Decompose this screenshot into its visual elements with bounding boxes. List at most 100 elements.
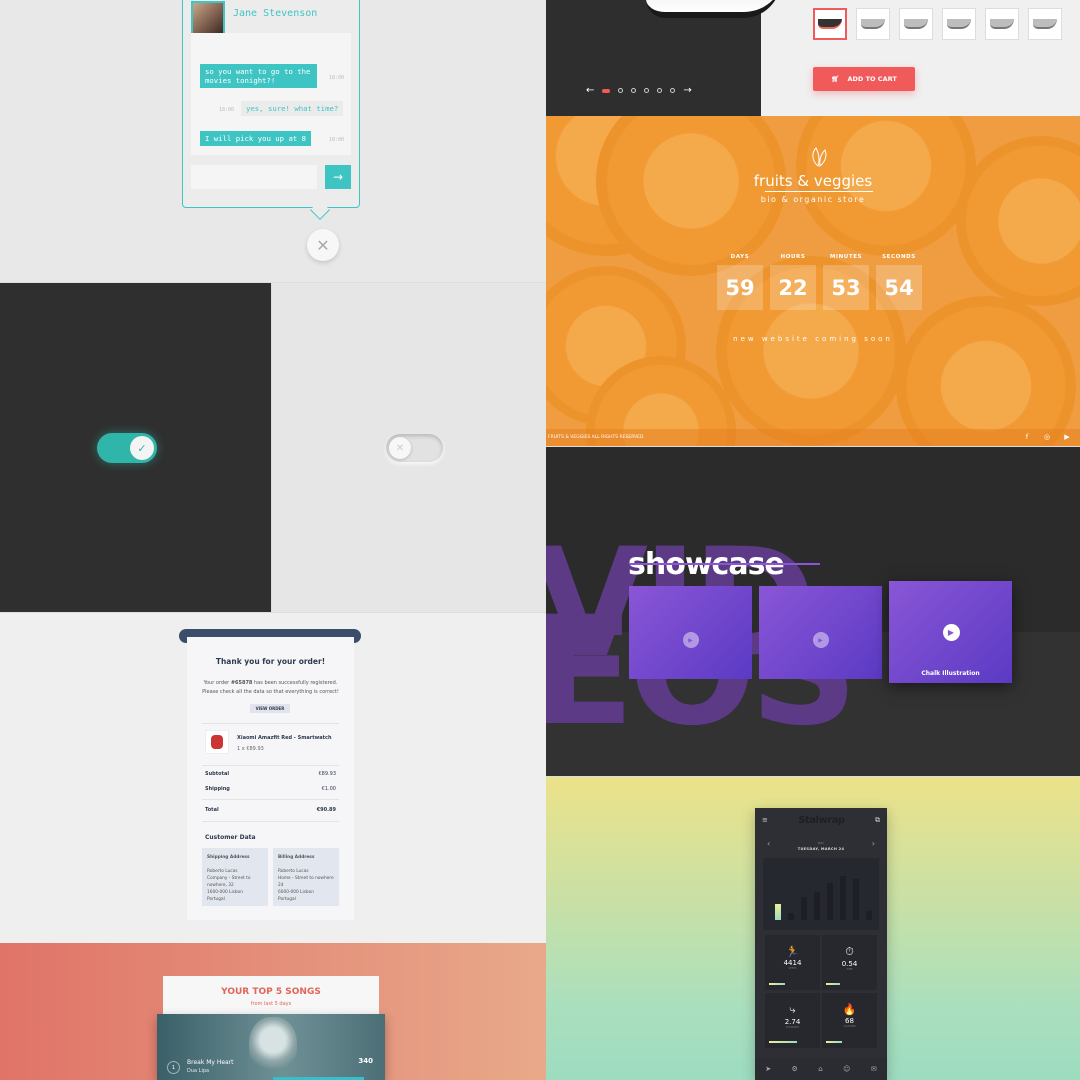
address-line: 1600-000 Lisbon: [207, 890, 243, 895]
product-thumbnail[interactable]: [899, 8, 933, 40]
app-header: ≡ Stalwrap ⧉: [755, 808, 887, 832]
play-icon[interactable]: ▶: [682, 632, 699, 648]
top-songs-title: YOUR TOP 5 SONGS: [221, 987, 321, 997]
slider-dot[interactable]: [644, 88, 650, 93]
play-icon[interactable]: ▶: [942, 624, 960, 641]
stat-tile-steps[interactable]: 🏃 4414 STEPS: [765, 935, 820, 990]
arrow-right-icon: →: [332, 170, 344, 184]
product-thumbnail[interactable]: [813, 8, 847, 40]
product-thumbnail[interactable]: [985, 8, 1019, 40]
slider-dot[interactable]: [657, 88, 663, 93]
subtotal-value: €89.93: [318, 771, 337, 777]
shipping-address-box: Shipping Address Roberto Lucas Company -…: [202, 848, 268, 906]
subtotal-label: Subtotal: [205, 771, 230, 777]
toggle-switch-on[interactable]: ✓: [97, 433, 157, 463]
product-panel: ← → 🛒︎ ADD TO CART: [546, 0, 1080, 116]
app-logo: Stalwrap: [798, 814, 845, 826]
avatar[interactable]: [191, 1, 225, 35]
close-icon: ✕: [316, 235, 330, 255]
footer-copyright: FRUITS & VEGGIES ALL RIGHTS RESERVED: [546, 429, 1080, 446]
message-input[interactable]: [191, 165, 317, 189]
stat-label: STEPS: [788, 967, 797, 970]
video-card-label: Chalk Illustration: [921, 670, 980, 677]
contact-name: Jane Stevenson: [233, 7, 318, 19]
route-icon: ⤷: [789, 1003, 796, 1016]
product-thumbnail: [205, 730, 229, 754]
billing-address-box: Billing Address Roberto Lucas Home - Str…: [273, 848, 339, 906]
countdown-value: 59: [717, 265, 763, 310]
countdown-value: 53: [823, 265, 869, 310]
stat-progress: [769, 983, 785, 985]
order-title: Thank you for your order!: [215, 657, 326, 666]
product-thumbnail[interactable]: [1028, 8, 1062, 40]
song-row[interactable]: 1 Break My Heart Dua Lipa 340: [157, 1014, 385, 1080]
play-icon[interactable]: ▶: [812, 632, 829, 648]
slider-dot[interactable]: [631, 88, 637, 93]
stat-progress: [826, 1041, 842, 1043]
instagram-icon[interactable]: ◎: [1040, 430, 1054, 444]
stat-tile-calories[interactable]: 🔥 68 CALORIES: [822, 993, 877, 1048]
song-rank: 1: [167, 1061, 180, 1074]
message-bubble: so you want to go to the movies tonight?…: [200, 64, 317, 88]
activity-bar: [801, 897, 807, 920]
activity-bar: [788, 913, 794, 920]
stat-value: 0.54: [841, 960, 858, 968]
stat-tile-distance[interactable]: ⤷ 2.74 DISTANCE: [765, 993, 820, 1048]
message-list: so you want to go to the movies tonight?…: [191, 33, 351, 155]
thumbnail-strip: [813, 8, 1062, 40]
video-card[interactable]: ▶: [759, 586, 882, 679]
video-showcase-panel: VID EOS showcase ▶ ▶ ▶ Chalk Illustratio…: [546, 447, 1080, 776]
view-order-button[interactable]: VIEW ORDER: [250, 704, 290, 713]
address-title: Billing Address: [278, 855, 315, 860]
next-arrow-icon[interactable]: →: [683, 85, 691, 96]
activity-bar: [840, 876, 846, 920]
address-line: Company - Street to nowhere, 32: [207, 876, 251, 888]
countdown-label: HOURS: [780, 254, 806, 260]
runner-icon: 🏃: [785, 945, 800, 958]
menu-icon[interactable]: ≡: [762, 816, 768, 824]
user-icon[interactable]: ☺: [843, 1065, 850, 1073]
countdown-minutes: MINUTES 53: [823, 254, 869, 310]
divider: [202, 765, 339, 766]
video-card-active[interactable]: ▶ Chalk Illustration: [889, 581, 1012, 683]
slider-dot[interactable]: [602, 88, 611, 93]
stat-progress: [826, 983, 840, 985]
stat-tile-time[interactable]: ⏱ 0.54 TIME: [822, 935, 877, 990]
total-label: Total: [205, 807, 219, 813]
bottom-nav: ➤ ⚙ ⌂ ☺ ✉: [755, 1058, 887, 1080]
navigate-icon[interactable]: ➤: [765, 1065, 771, 1073]
countdown-seconds: SECONDS 54: [876, 254, 922, 310]
video-card[interactable]: ▶: [629, 586, 752, 679]
address-line: Portugal: [278, 897, 296, 902]
youtube-icon[interactable]: ▶: [1060, 430, 1074, 444]
stat-progress: [769, 1041, 797, 1043]
add-to-cart-button[interactable]: 🛒︎ ADD TO CART: [813, 67, 915, 91]
home-icon[interactable]: ⌂: [818, 1065, 822, 1073]
settings-icon[interactable]: ⚙: [792, 1065, 798, 1073]
order-intro-text: Your order: [203, 680, 231, 686]
address-title: Shipping Address: [207, 855, 250, 860]
countdown-value: 22: [770, 265, 816, 310]
song-name: Break My Heart: [187, 1059, 234, 1066]
address-line: Roberto Lucas: [207, 869, 238, 874]
chat-icon[interactable]: ✉: [871, 1065, 877, 1073]
close-chat-button[interactable]: ✕: [307, 229, 339, 261]
share-icon[interactable]: ⧉: [875, 816, 880, 825]
slider-dot[interactable]: [670, 88, 676, 93]
order-receipt: Thank you for your order! Your order #65…: [187, 637, 354, 920]
prev-arrow-icon[interactable]: ←: [586, 85, 594, 96]
toggle-switch-off[interactable]: ✕: [386, 434, 443, 462]
product-thumbnail[interactable]: [856, 8, 890, 40]
facebook-icon[interactable]: f: [1020, 430, 1034, 444]
chat-widget-panel: Jane Stevenson so you want to go to the …: [0, 0, 546, 282]
slider-dot[interactable]: [618, 88, 624, 93]
divider: [202, 723, 339, 724]
song-artist: Dua Lipa: [187, 1068, 210, 1074]
send-button[interactable]: →: [325, 165, 351, 189]
product-thumbnail[interactable]: [942, 8, 976, 40]
order-intro-text: has been successfully registered.: [252, 680, 338, 686]
divider: [202, 821, 339, 822]
artist-photo: [249, 1017, 297, 1075]
stat-value: 4414: [783, 959, 802, 967]
play-count: 340: [358, 1057, 373, 1065]
